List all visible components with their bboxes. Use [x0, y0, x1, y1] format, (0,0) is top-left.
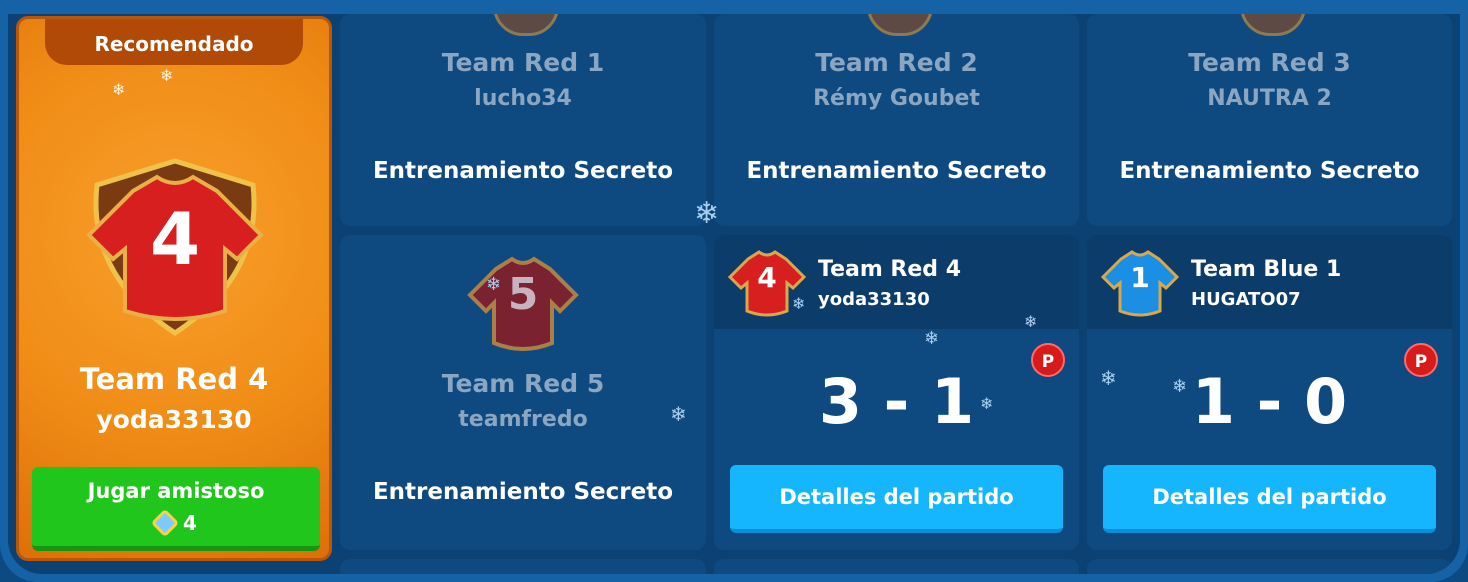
team-user: lucho34	[474, 86, 572, 111]
match-score: 3 - 1	[818, 365, 975, 438]
team-name: Team Red 3	[1188, 48, 1351, 77]
recommended-card[interactable]: Recomendado 4 Team Red 4 yoda33130 Jugar…	[16, 16, 332, 561]
match-details-button[interactable]: Detalles del partido	[1103, 465, 1436, 533]
team-name: Team Red 5	[441, 369, 605, 398]
snowflake-icon: ❄	[924, 328, 940, 349]
gem-icon	[150, 508, 180, 538]
snowflake-icon: ❄	[792, 294, 806, 313]
snowflake-icon: ❄	[1024, 312, 1038, 331]
team-user: Rémy Goubet	[813, 86, 980, 111]
team-card-5[interactable]: 5 Team Red 5 teamfredo Entrenamiento Sec…	[340, 235, 706, 550]
match-card-1[interactable]: 4 Team Red 4 yoda33130 P 3 - 1 Detalles …	[714, 235, 1079, 550]
jersey-number: 1	[1130, 261, 1150, 294]
team-user: NAUTRA 2	[1207, 86, 1332, 111]
recommended-badge: Recomendado	[45, 19, 303, 65]
next-row-card	[714, 559, 1079, 574]
snowflake-icon: ❄	[112, 80, 126, 99]
team-user: yoda33130	[96, 405, 252, 434]
screen-frame: Team Red 1 lucho34 Entrenamiento Secreto…	[0, 0, 1468, 582]
snowflake-icon: ❄	[1100, 366, 1117, 390]
team-card-1[interactable]: Team Red 1 lucho34 Entrenamiento Secreto	[340, 14, 706, 226]
jersey-icon	[493, 14, 559, 36]
status-text: Entrenamiento Secreto	[1119, 158, 1420, 184]
jersey-number: 5	[507, 269, 539, 320]
jersey-icon: 4	[77, 155, 273, 339]
play-label: Jugar amistoso	[87, 479, 265, 503]
next-row-card	[340, 559, 706, 574]
jersey-icon: 1	[1100, 247, 1180, 319]
team-name: Team Blue 1	[1191, 257, 1342, 282]
match-card-2[interactable]: 1 Team Blue 1 HUGATO07 P 1 - 0 Detalles …	[1087, 235, 1452, 550]
snowflake-icon: ❄	[694, 196, 720, 231]
jersey-icon: 5	[466, 251, 580, 355]
team-card-2[interactable]: Team Red 2 Rémy Goubet Entrenamiento Sec…	[714, 14, 1079, 226]
team-name: Team Red 4	[818, 257, 962, 282]
team-user: yoda33130	[818, 289, 930, 310]
team-name: Team Red 1	[441, 48, 605, 77]
team-name: Team Red 4	[79, 362, 269, 396]
cost-value: 4	[183, 511, 197, 535]
jersey-icon	[866, 14, 933, 36]
team-user: HUGATO07	[1191, 289, 1301, 310]
snowflake-icon: ❄	[486, 274, 502, 295]
match-score: 1 - 0	[1191, 365, 1348, 438]
team-name: Team Red 2	[815, 48, 978, 77]
snowflake-icon: ❄	[1172, 376, 1188, 397]
match-details-button[interactable]: Detalles del partido	[730, 465, 1063, 533]
match-header: 1 Team Blue 1 HUGATO07	[1087, 235, 1452, 329]
snowflake-icon: ❄	[980, 394, 994, 413]
status-text: Entrenamiento Secreto	[746, 158, 1047, 184]
next-row-card	[1087, 559, 1452, 574]
snowflake-icon: ❄	[160, 66, 174, 85]
team-card-3[interactable]: Team Red 3 NAUTRA 2 Entrenamiento Secret…	[1087, 14, 1452, 226]
status-text: Entrenamiento Secreto	[372, 479, 674, 505]
play-cost: 4	[32, 508, 320, 538]
jersey-number: 4	[149, 197, 201, 281]
snowflake-icon: ❄	[670, 402, 687, 426]
jersey-icon	[1239, 14, 1306, 36]
jersey-number: 4	[757, 261, 777, 294]
status-text: Entrenamiento Secreto	[372, 158, 674, 184]
team-user: teamfredo	[458, 407, 588, 432]
play-friendly-button[interactable]: Jugar amistoso 4	[32, 467, 320, 551]
